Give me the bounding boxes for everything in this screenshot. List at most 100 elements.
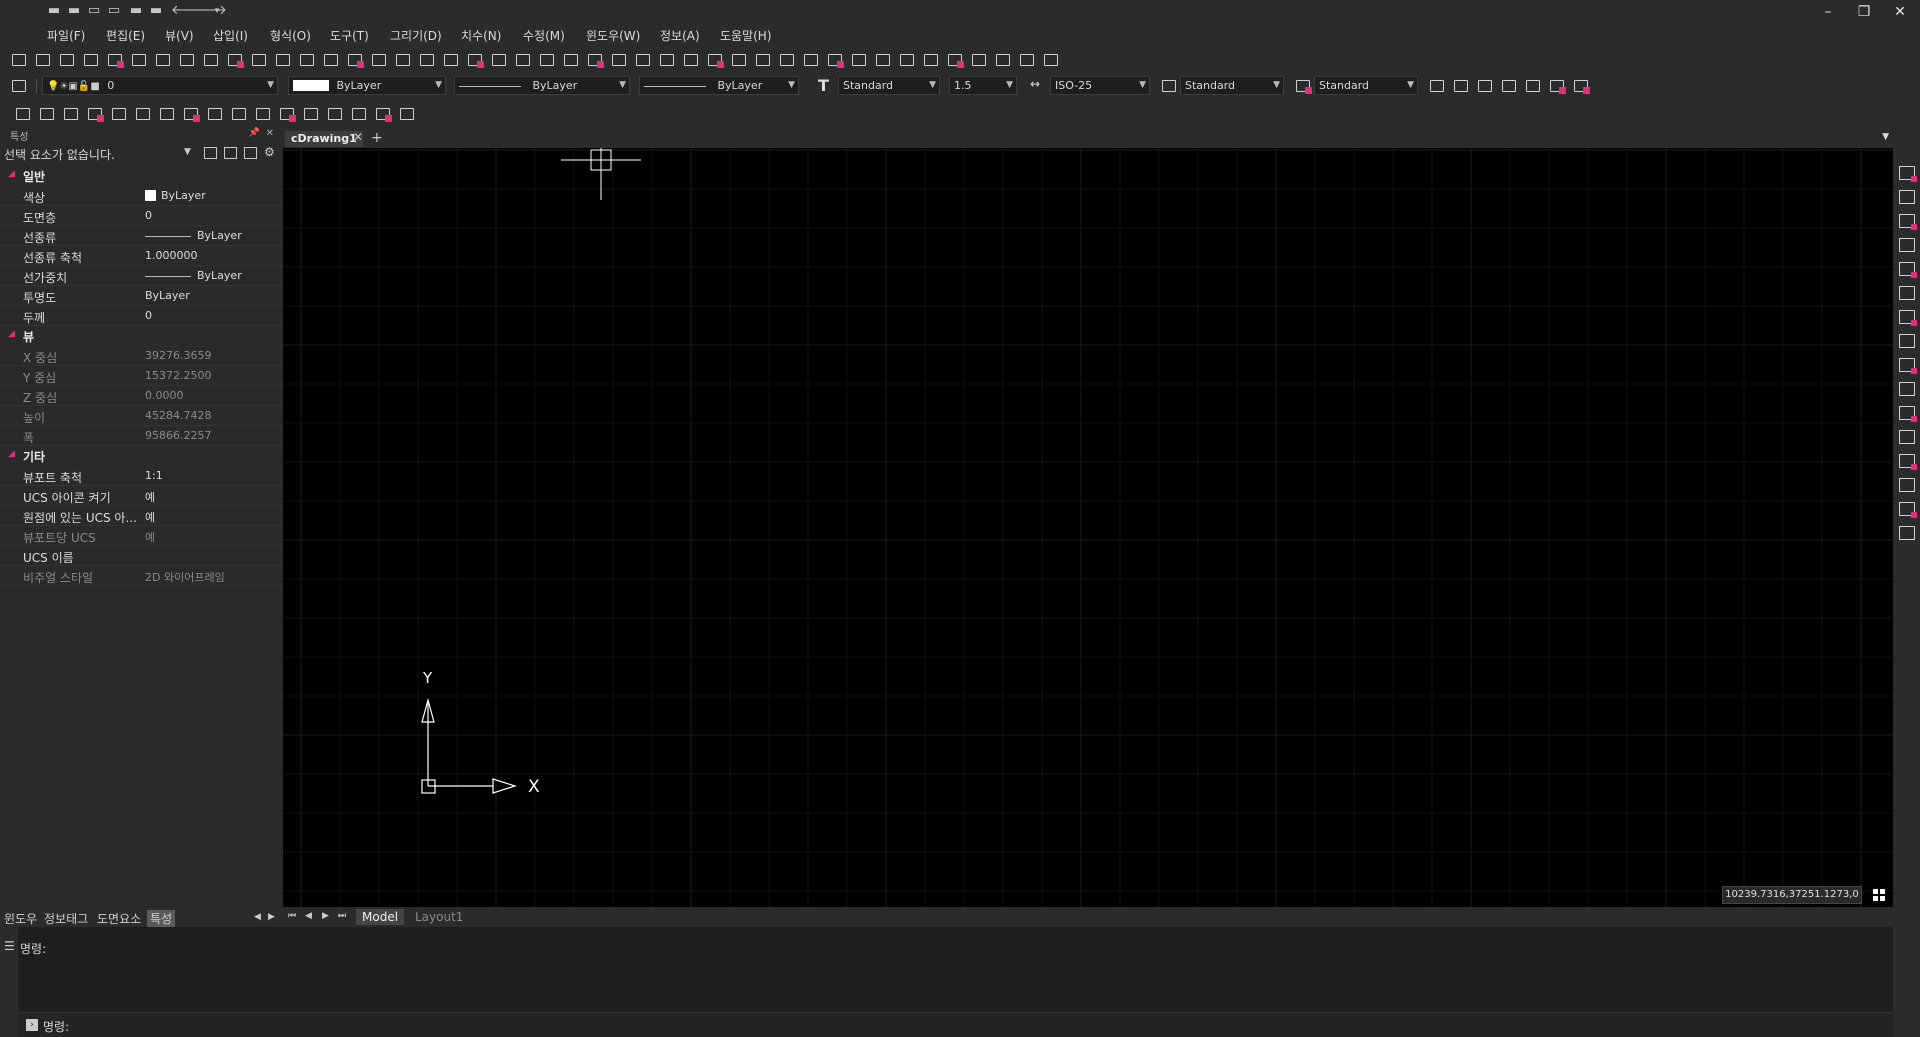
lineweight-combo[interactable]: ByLayer ▼ xyxy=(639,76,799,95)
tb3-tool-icon[interactable] xyxy=(302,106,320,122)
prop-row-linetype-scale[interactable]: 선종류 축척 1.000000 xyxy=(0,246,282,266)
right-tool-icon[interactable] xyxy=(1899,238,1915,252)
layer-lock-icon[interactable] xyxy=(1524,78,1542,94)
tb1-tool-icon[interactable] xyxy=(802,52,820,68)
saveas-icon[interactable]: ▭ xyxy=(107,4,121,18)
print-icon[interactable]: ▬ xyxy=(129,4,143,18)
tb1-tool-icon[interactable] xyxy=(874,52,892,68)
prop-row-ucs-name[interactable]: UCS 이름 xyxy=(0,546,282,566)
command-grip[interactable]: ☰ xyxy=(0,927,18,1037)
right-tool-icon[interactable] xyxy=(1899,190,1915,204)
layer-match-icon[interactable] xyxy=(1548,78,1566,94)
tb1-tool-icon[interactable] xyxy=(514,52,532,68)
coordinate-readout[interactable]: 10239.7316,37251.1273,0 xyxy=(1722,886,1862,904)
tb1-tool-icon[interactable] xyxy=(178,52,196,68)
multileader-style-combo[interactable]: Standard ▼ xyxy=(1314,76,1418,95)
close-button[interactable]: ✕ xyxy=(1882,2,1918,22)
prop-row-ucs-icon-on[interactable]: UCS 아이콘 켜기 예 xyxy=(0,486,282,506)
plot-preview-icon[interactable]: ▬ xyxy=(149,4,163,18)
first-tab-icon[interactable]: ⏮ xyxy=(288,911,296,921)
last-tab-icon[interactable]: ⏭ xyxy=(338,911,346,921)
tb1-tool-icon[interactable] xyxy=(106,52,124,68)
tb1-tool-icon[interactable] xyxy=(898,52,916,68)
section-misc[interactable]: ◢ 기타 xyxy=(0,446,282,466)
tb3-tool-icon[interactable] xyxy=(158,106,176,122)
menu-modify[interactable]: 수정(M) xyxy=(523,27,565,44)
right-tool-icon[interactable] xyxy=(1899,310,1917,326)
new-icon[interactable]: ▬ xyxy=(47,4,61,18)
section-general[interactable]: ◢ 일반 xyxy=(0,166,282,186)
tb1-tool-icon[interactable] xyxy=(1018,52,1036,68)
menu-edit[interactable]: 편집(E) xyxy=(106,27,145,44)
tb3-tool-icon[interactable] xyxy=(86,106,104,122)
scroll-left-icon[interactable]: ◀ xyxy=(254,912,261,922)
tb3-tool-icon[interactable] xyxy=(62,106,80,122)
add-tab-icon[interactable]: + xyxy=(371,130,383,146)
collapse-icon[interactable]: ◢ xyxy=(8,169,15,179)
tb1-tool-icon[interactable] xyxy=(706,52,724,68)
tb1-tool-icon[interactable] xyxy=(442,52,460,68)
tb3-tool-icon[interactable] xyxy=(326,106,344,122)
right-tool-icon[interactable] xyxy=(1899,502,1917,518)
tb3-tool-icon[interactable] xyxy=(206,106,224,122)
quick-select-icon[interactable] xyxy=(204,147,217,159)
tb3-tool-icon[interactable] xyxy=(182,106,200,122)
prop-row-ucs-per-viewport[interactable]: 뷰포트당 UCS 예 xyxy=(0,526,282,546)
menu-file[interactable]: 파일(F) xyxy=(47,27,85,44)
menu-view[interactable]: 뷰(V) xyxy=(165,27,194,44)
panel-tab-properties[interactable]: 특성 xyxy=(147,910,176,927)
tab-layout1[interactable]: Layout1 xyxy=(415,910,463,924)
tb1-tool-icon[interactable] xyxy=(10,52,28,68)
close-icon[interactable]: ✕ xyxy=(266,128,274,139)
text-style-icon[interactable]: T xyxy=(818,76,829,95)
tb1-tool-icon[interactable] xyxy=(490,52,508,68)
tb3-tool-icon[interactable] xyxy=(38,106,56,122)
redo-icon[interactable]: 🡒 xyxy=(192,4,227,18)
tb1-tool-icon[interactable] xyxy=(946,52,964,68)
right-tool-icon[interactable] xyxy=(1899,334,1915,348)
tb1-tool-icon[interactable] xyxy=(922,52,940,68)
table-style-combo[interactable]: Standard ▼ xyxy=(1180,76,1284,95)
tb1-tool-icon[interactable] xyxy=(58,52,76,68)
layer-combo[interactable]: 💡☀▣🔓■ 0 ▼ xyxy=(42,76,278,95)
command-input[interactable]: › 명령: xyxy=(18,1012,1893,1037)
prop-row-layer[interactable]: 도면층 0 xyxy=(0,206,282,226)
section-view[interactable]: ◢ 뷰 xyxy=(0,326,282,346)
layer-off-icon[interactable] xyxy=(1476,78,1494,94)
menu-dimension[interactable]: 치수(N) xyxy=(461,27,501,44)
tb1-tool-icon[interactable] xyxy=(418,52,436,68)
tab-model[interactable]: Model xyxy=(356,909,405,925)
menu-insert[interactable]: 삽입(I) xyxy=(213,27,248,44)
multileader-style-icon[interactable] xyxy=(1294,78,1312,94)
undo-icon[interactable]: 🡐 xyxy=(171,4,206,18)
tb1-tool-icon[interactable] xyxy=(322,52,340,68)
tb1-tool-icon[interactable] xyxy=(538,52,556,68)
panel-tab-window[interactable]: 윈도우 xyxy=(4,910,37,927)
layer-iso-icon[interactable] xyxy=(1452,78,1470,94)
tb1-tool-icon[interactable] xyxy=(298,52,316,68)
tb1-tool-icon[interactable] xyxy=(634,52,652,68)
right-tool-icon[interactable] xyxy=(1899,382,1915,396)
tb1-tool-icon[interactable] xyxy=(826,52,844,68)
tb1-tool-icon[interactable] xyxy=(778,52,796,68)
tb1-tool-icon[interactable] xyxy=(586,52,604,68)
collapse-icon[interactable]: ◢ xyxy=(8,329,15,339)
tb1-tool-icon[interactable] xyxy=(250,52,268,68)
tb1-tool-icon[interactable] xyxy=(466,52,484,68)
menu-tools[interactable]: 도구(T) xyxy=(330,27,369,44)
open-icon[interactable]: ▬ xyxy=(67,4,81,18)
tb1-tool-icon[interactable] xyxy=(994,52,1012,68)
layer-walk-icon[interactable] xyxy=(1572,78,1590,94)
layer-freeze-icon[interactable] xyxy=(1500,78,1518,94)
minimize-button[interactable]: – xyxy=(1810,2,1846,22)
restore-button[interactable]: ❐ xyxy=(1846,2,1882,22)
prop-row-height[interactable]: 높이 45284.7428 xyxy=(0,406,282,426)
layer-manager-icon[interactable] xyxy=(10,78,28,94)
tb3-tool-icon[interactable] xyxy=(14,106,32,122)
tb1-tool-icon[interactable] xyxy=(850,52,868,68)
tb1-tool-icon[interactable] xyxy=(202,52,220,68)
next-tab-icon[interactable]: ▶ xyxy=(322,911,329,921)
collapse-icon[interactable]: ◢ xyxy=(8,449,15,459)
menu-help[interactable]: 도움말(H) xyxy=(720,27,772,44)
prop-row-viewport-scale[interactable]: 뷰포트 축척 1:1 xyxy=(0,466,282,486)
